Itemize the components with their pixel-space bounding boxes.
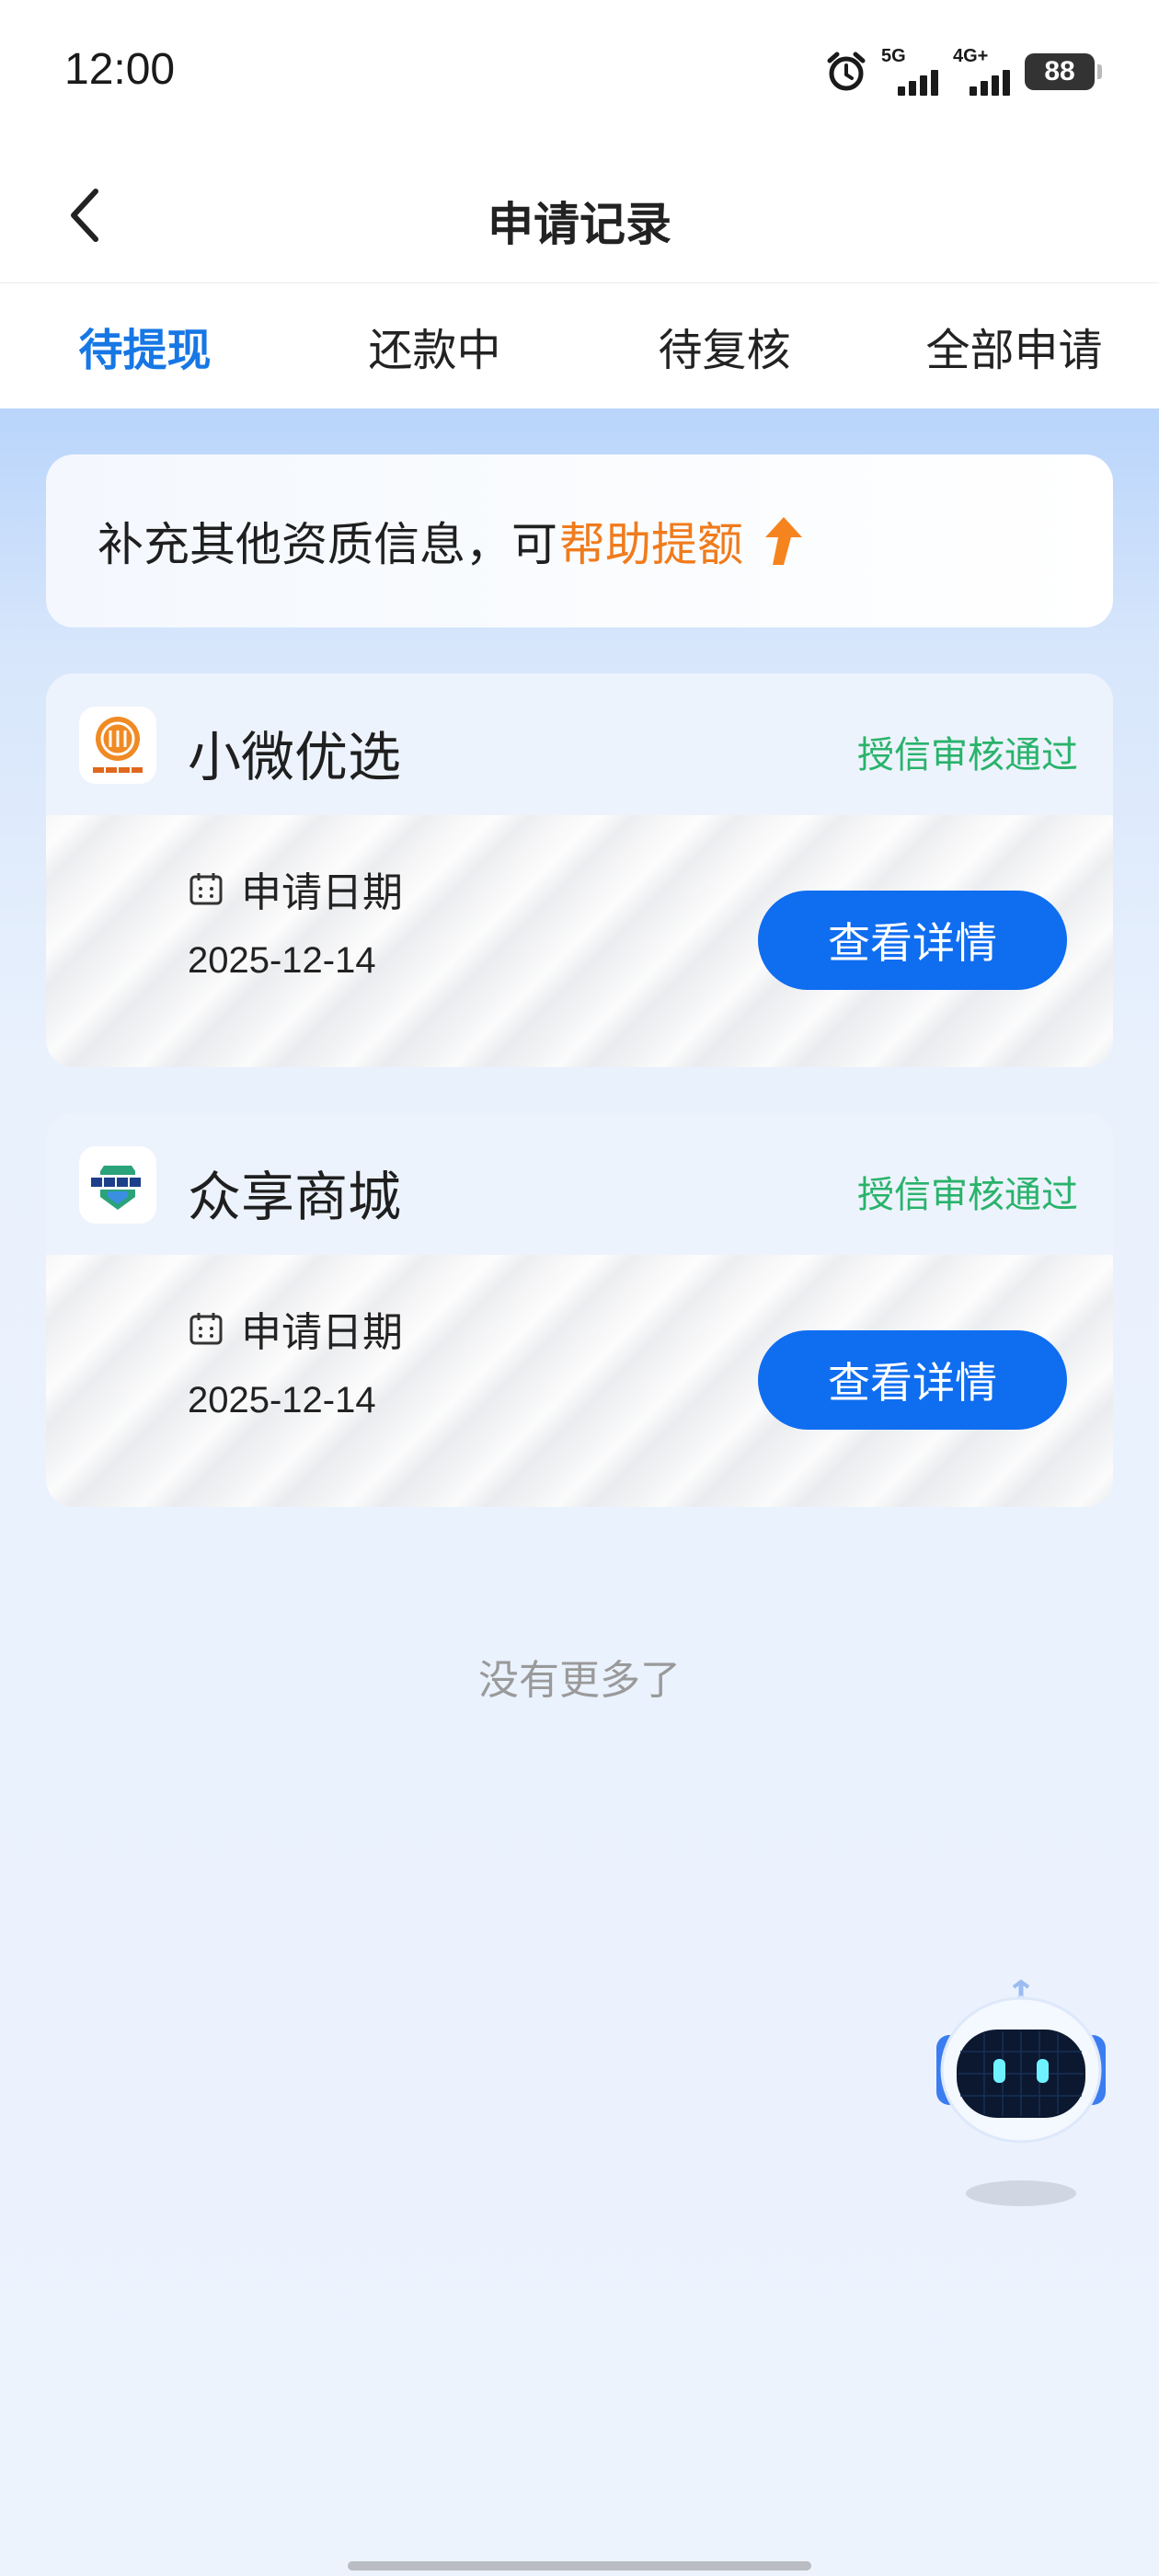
signal-4g-icon: 4G+: [953, 46, 1012, 96]
tab-pending-withdrawal[interactable]: 待提现: [0, 283, 290, 408]
app-name: 众享商城: [188, 1166, 402, 1228]
robot-icon: [936, 1979, 1106, 2206]
card-header: 小微优选 授信审核通过: [46, 673, 1113, 815]
no-more-text: 没有更多了: [478, 1657, 681, 1704]
date-label-row: 申请日期: [188, 859, 403, 918]
arrow-up-icon: [756, 513, 804, 569]
tab-pending-review[interactable]: 待复核: [580, 283, 869, 408]
home-indicator[interactable]: [348, 2561, 811, 2570]
card-header: 众享商城 授信审核通过: [46, 1113, 1113, 1255]
status-badge: 授信审核通过: [857, 1174, 1078, 1216]
app-name: 小微优选: [188, 726, 402, 788]
date-label-row: 申请日期: [188, 1299, 403, 1358]
status-icons: 5G 4G+ 88: [824, 46, 1102, 98]
promo-highlight: 帮助提额: [559, 518, 743, 571]
assistant-robot-button[interactable]: [929, 1978, 1113, 2217]
date-label: 申请日期: [241, 1309, 403, 1356]
page-title: 申请记录: [488, 198, 671, 251]
application-card: 众享商城 授信审核通过 申请日期 2025-12-14 查看详情: [46, 1113, 1113, 1507]
application-date: 2025-12-14: [188, 1380, 376, 1420]
status-bar: 12:00 5G 4G+ 88: [0, 0, 1159, 147]
status-badge: 授信审核通过: [857, 734, 1078, 776]
tab-repaying[interactable]: 还款中: [290, 283, 580, 408]
card-body: 申请日期 2025-12-14 查看详情: [46, 1255, 1113, 1507]
zhongxiang-logo-icon: [79, 1146, 156, 1224]
tab-bar: 待提现 还款中 待复核 全部申请: [0, 283, 1159, 408]
card-body: 申请日期 2025-12-14 查看详情: [46, 815, 1113, 1067]
application-card: 小微优选 授信审核通过 申请日期 2025-12-14 查看详情: [46, 673, 1113, 1067]
calendar-icon: [189, 1313, 223, 1345]
application-date: 2025-12-14: [188, 940, 376, 981]
signal-5g-icon: 5G: [881, 46, 940, 96]
view-details-button[interactable]: 查看详情: [758, 1330, 1067, 1430]
promo-text: 补充其他资质信息，可: [98, 518, 557, 571]
tab-all-applications[interactable]: 全部申请: [869, 283, 1159, 408]
xiaowei-logo-icon: [79, 707, 156, 784]
battery-icon: 88: [1025, 53, 1102, 90]
calendar-icon: [189, 873, 223, 905]
status-time: 12:00: [64, 45, 176, 94]
promo-banner[interactable]: 补充其他资质信息，可 帮助提额: [46, 454, 1113, 627]
alarm-icon: [824, 50, 868, 94]
view-details-button[interactable]: 查看详情: [758, 891, 1067, 990]
nav-bar: 申请记录: [0, 147, 1159, 283]
date-label: 申请日期: [241, 869, 403, 916]
